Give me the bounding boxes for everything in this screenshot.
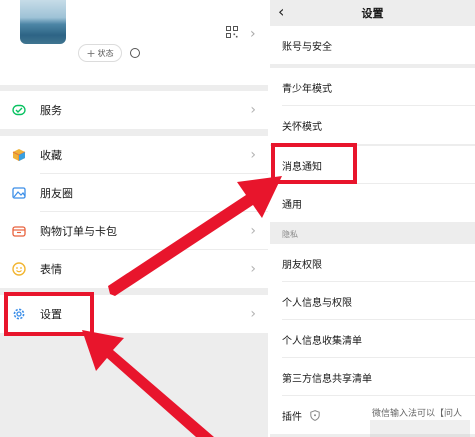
menu-item-orders-cards[interactable]: 购物订单与卡包 › — [0, 212, 268, 250]
chevron-right-icon: › — [250, 185, 256, 201]
settings-item-general[interactable]: 通用 — [270, 184, 475, 222]
settings-item-personal-info-list[interactable]: 个人信息收集清单 — [270, 320, 475, 358]
ime-overlay-text: 微信输入法可以【问人 — [372, 409, 463, 419]
settings-item-label: 个人信息与权限 — [282, 297, 352, 309]
chevron-right-icon: › — [250, 306, 256, 322]
settings-item-label: 通用 — [282, 199, 302, 211]
settings-group-account: 账号与安全 — [270, 26, 475, 64]
status-ring-icon[interactable] — [130, 48, 140, 58]
qr-code-icon[interactable] — [226, 26, 238, 38]
settings-item-label: 插件 — [282, 411, 302, 423]
plus-icon: + — [86, 46, 96, 60]
chevron-right-icon: › — [250, 147, 256, 163]
add-status-button[interactable]: + 状态 — [78, 44, 122, 62]
menu-item-service[interactable]: 服务 › — [0, 91, 268, 129]
settings-item-third-party-list[interactable]: 第三方信息共享清单 — [270, 358, 475, 396]
shield-icon — [310, 409, 320, 421]
settings-item-label: 青少年模式 — [282, 83, 332, 95]
menu-item-label: 购物订单与卡包 — [40, 225, 117, 238]
settings-item-label: 关怀模式 — [282, 121, 322, 133]
menu-item-label: 收藏 — [40, 149, 62, 162]
settings-item-account-security[interactable]: 账号与安全 — [270, 26, 475, 64]
settings-item-label: 朋友权限 — [282, 259, 322, 271]
highlight-box-settings — [4, 292, 94, 336]
chevron-right-icon: › — [250, 261, 256, 277]
menu-item-moments[interactable]: 朋友圈 › — [0, 174, 268, 212]
settings-item-friend-permissions[interactable]: 朋友权限 — [270, 244, 475, 282]
chevron-right-icon: › — [250, 102, 256, 118]
menu-item-favorites[interactable]: 收藏 › — [0, 136, 268, 174]
cards-icon — [12, 224, 26, 238]
section-title-privacy: 隐私 — [282, 230, 298, 239]
emoji-icon — [12, 262, 26, 276]
nav-bar: ‹ 设置 — [270, 0, 475, 24]
service-icon — [12, 103, 26, 117]
menu-item-label: 朋友圈 — [40, 187, 73, 200]
watermark — [370, 420, 470, 437]
settings-item-personal-info-permissions[interactable]: 个人信息与权限 — [270, 282, 475, 320]
settings-group-modes: 青少年模式 关怀模式 — [270, 68, 475, 144]
menu-item-label: 服务 — [40, 104, 62, 117]
settings-item-care-mode[interactable]: 关怀模式 — [270, 106, 475, 144]
menu-group-main: 收藏 › 朋友圈 › 购物订单与卡包 › 表情 › — [0, 136, 268, 288]
menu-item-emoji[interactable]: 表情 › — [0, 250, 268, 288]
avatar[interactable] — [20, 0, 66, 44]
page-title: 设置 — [361, 7, 384, 20]
settings-item-label: 第三方信息共享清单 — [282, 373, 372, 385]
profile-header[interactable]: + 状态 › — [0, 0, 268, 85]
me-page: + 状态 › 服务 › 收藏 › 朋友圈 › 购物订单与卡包 › 表情 › 设置… — [0, 0, 268, 437]
menu-group-service: 服务 › — [0, 91, 268, 129]
chevron-right-icon: › — [250, 26, 256, 42]
highlight-box-notifications — [271, 143, 357, 184]
status-label: 状态 — [97, 48, 114, 58]
moments-icon — [12, 186, 26, 200]
chevron-right-icon: › — [250, 223, 256, 239]
settings-item-teen-mode[interactable]: 青少年模式 — [270, 68, 475, 106]
favorites-icon — [12, 148, 26, 162]
settings-item-label: 账号与安全 — [282, 41, 332, 53]
menu-item-label: 表情 — [40, 263, 62, 276]
settings-item-label: 个人信息收集清单 — [282, 335, 362, 347]
settings-page: ‹ 设置 账号与安全 青少年模式 关怀模式 消息通知 通用 隐私 朋友权限 个人… — [270, 0, 475, 437]
